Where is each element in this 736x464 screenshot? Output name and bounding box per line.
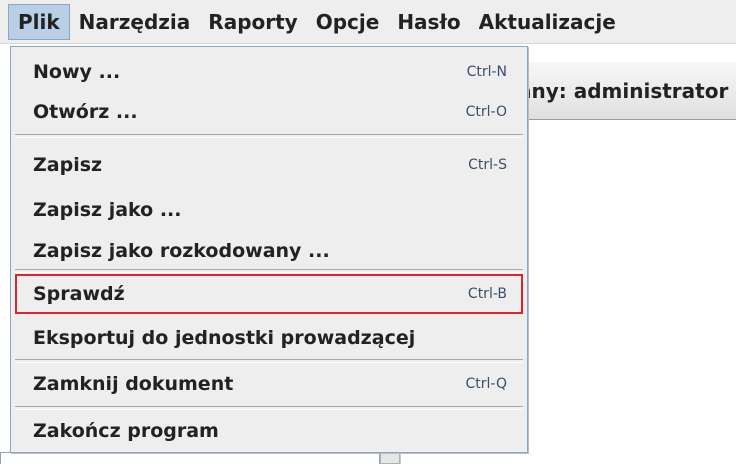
- menu-item-zapisz-jako[interactable]: Zapisz jako ...: [15, 190, 523, 230]
- background-small-button[interactable]: [380, 452, 400, 464]
- menu-item-otworz[interactable]: Otwórz ... Ctrl-O: [15, 92, 523, 132]
- menu-separator: [15, 134, 523, 138]
- menu-item-label: Zakończ program: [33, 420, 219, 442]
- menu-raporty[interactable]: Raporty: [199, 4, 306, 40]
- menu-item-zapisz[interactable]: Zapisz Ctrl-S: [15, 145, 523, 185]
- menu-plik[interactable]: Plik: [8, 3, 70, 40]
- menu-item-zamknij[interactable]: Zamknij dokument Ctrl-Q: [15, 364, 523, 404]
- menu-bar: Plik Narzędzia Raporty Opcje Hasło Aktua…: [0, 0, 736, 44]
- menu-item-label: Zapisz: [33, 154, 103, 176]
- menu-separator: [15, 359, 523, 363]
- menu-aktualizacje[interactable]: Aktualizacje: [470, 4, 625, 40]
- menu-item-label: Eksportuj do jednostki prowadzącej: [33, 327, 416, 349]
- menu-item-sprawdz[interactable]: Sprawdź Ctrl-B: [15, 274, 523, 314]
- menu-item-label: Zapisz jako ...: [33, 199, 182, 221]
- menu-item-label: Zamknij dokument: [33, 373, 234, 395]
- menu-item-shortcut: Ctrl-B: [467, 286, 507, 302]
- menu-item-shortcut: Ctrl-O: [465, 104, 507, 120]
- menu-item-label: Nowy ...: [33, 61, 121, 83]
- menu-item-shortcut: Ctrl-N: [466, 64, 507, 80]
- menu-separator: [15, 269, 523, 273]
- file-menu-dropdown: Nowy ... Ctrl-N Otwórz ... Ctrl-O Zapisz…: [10, 46, 528, 453]
- menu-item-zakoncz[interactable]: Zakończ program: [15, 411, 523, 451]
- menu-item-shortcut: Ctrl-S: [468, 157, 507, 173]
- menu-item-nowy[interactable]: Nowy ... Ctrl-N: [15, 52, 523, 92]
- menu-item-eksportuj[interactable]: Eksportuj do jednostki prowadzącej: [15, 318, 523, 358]
- logged-user-header: any: administrator: [515, 62, 736, 120]
- menu-item-shortcut: Ctrl-Q: [465, 376, 508, 392]
- logged-user-text: any: administrator: [518, 78, 729, 103]
- menu-item-label: Otwórz ...: [33, 101, 138, 123]
- menu-item-zapisz-rozkodowany[interactable]: Zapisz jako rozkodowany ...: [15, 231, 523, 271]
- menu-item-label: Zapisz jako rozkodowany ...: [33, 240, 330, 262]
- menu-separator: [15, 406, 523, 410]
- menu-opcje[interactable]: Opcje: [307, 4, 389, 40]
- menu-haslo[interactable]: Hasło: [388, 4, 469, 40]
- background-field: [0, 452, 380, 464]
- menu-narzedzia[interactable]: Narzędzia: [70, 4, 200, 40]
- menu-item-label: Sprawdź: [33, 283, 125, 305]
